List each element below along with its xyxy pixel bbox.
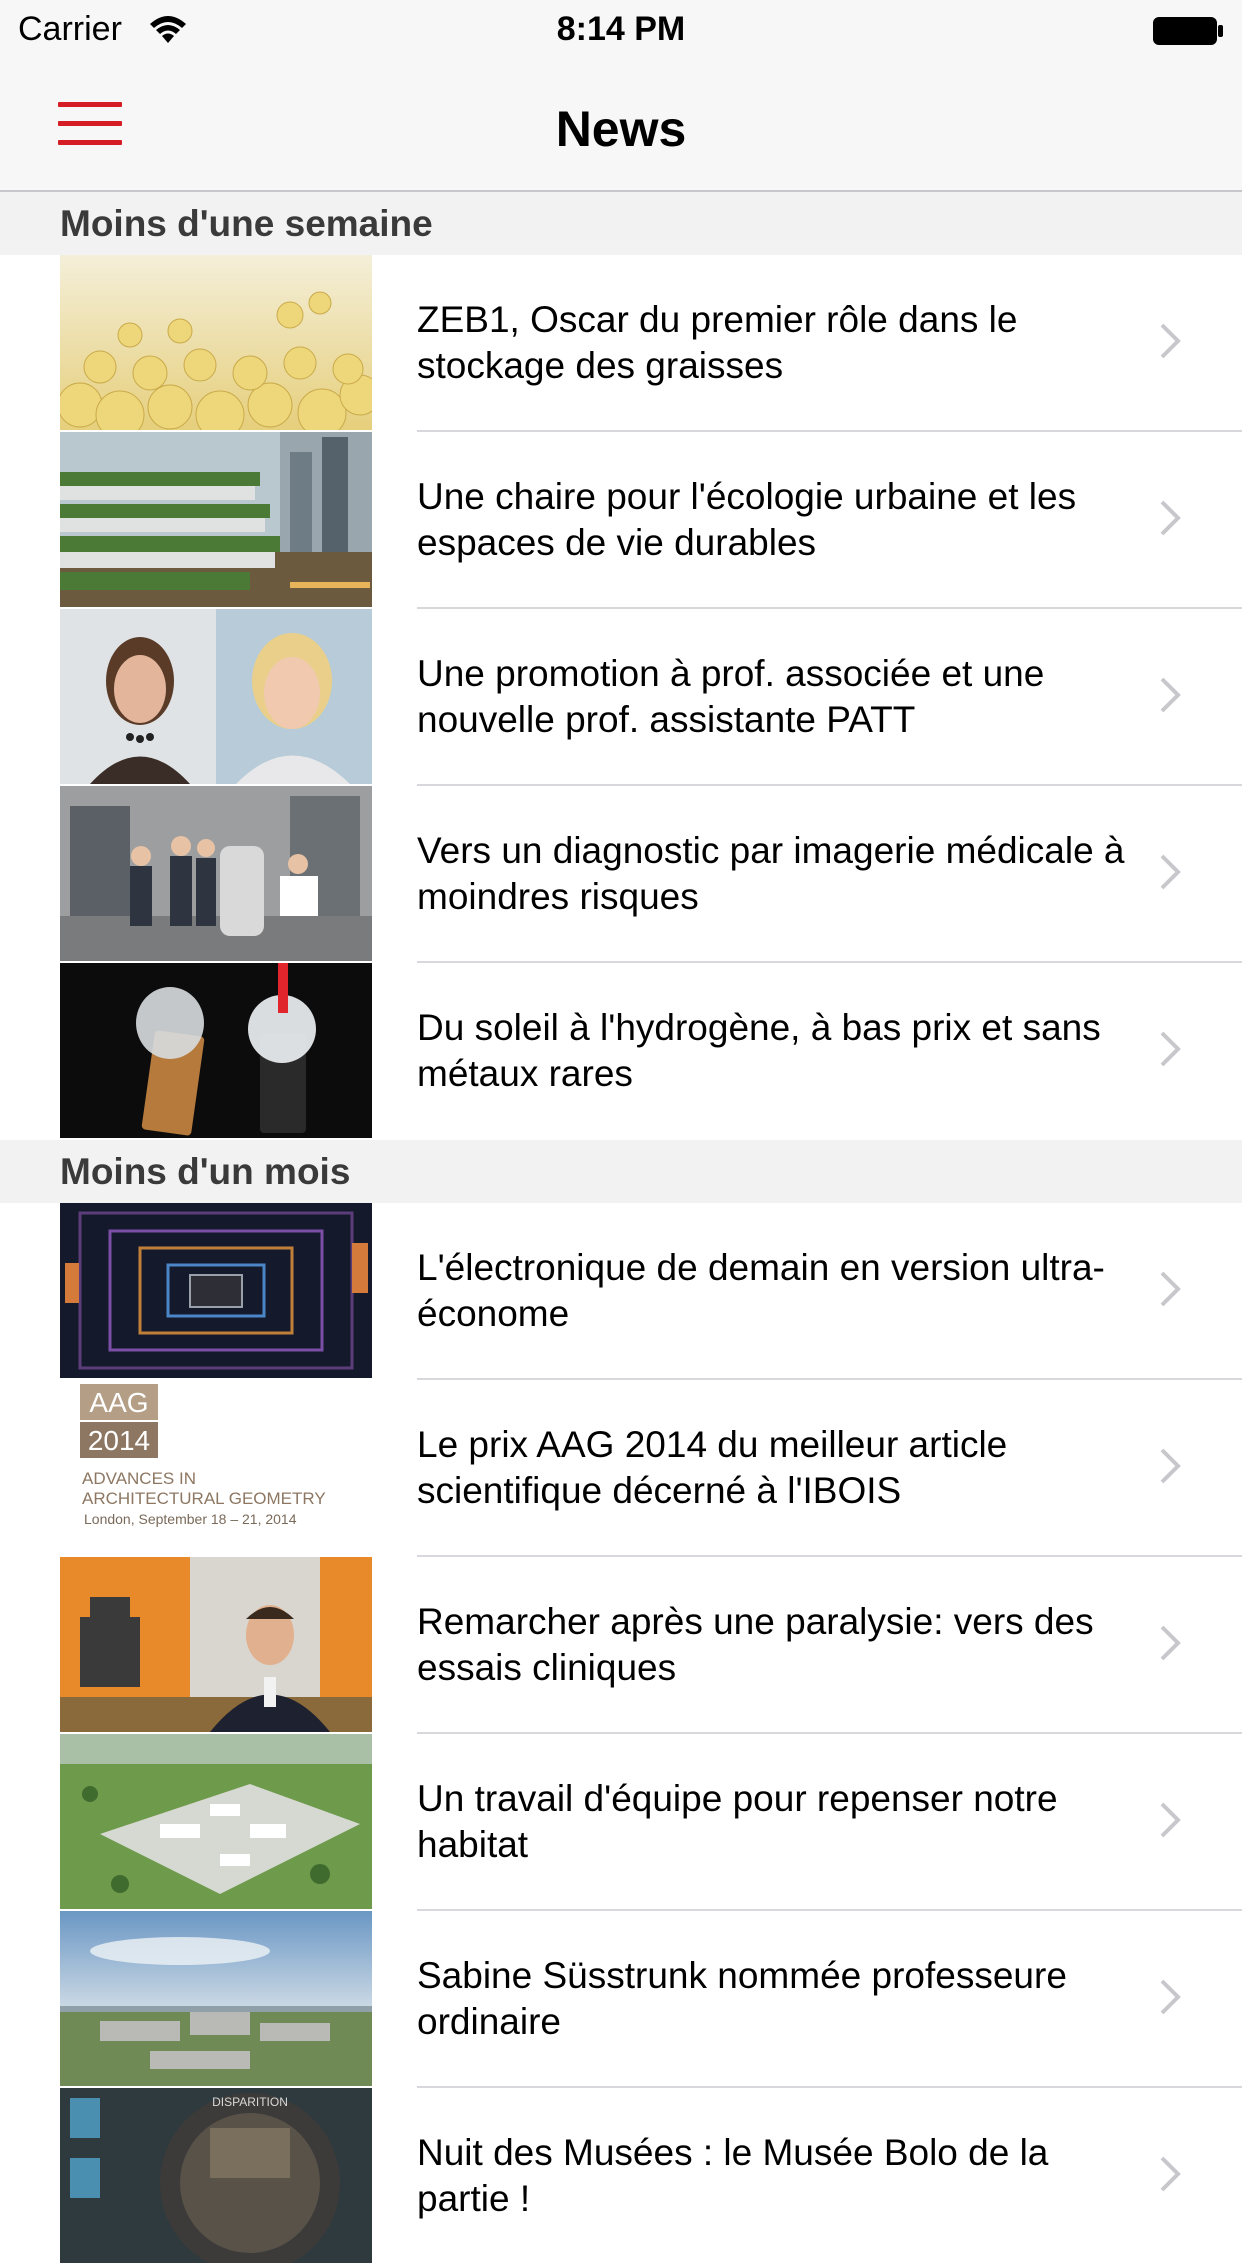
news-title: Une chaire pour l'écologie urbaine et le… [417,475,1077,563]
news-thumbnail: DISPARITION [60,2088,372,2263]
news-row[interactable]: Remarcher après une paralysie: vers des … [0,1557,1242,1734]
section-header-week: Moins d'une semaine [0,192,1242,255]
news-thumbnail [60,1734,372,1909]
aag-line-3: London, September 18 – 21, 2014 [84,1511,297,1527]
news-thumbnail [60,1557,372,1732]
news-title: L'électronique de demain en version ultr… [417,1246,1105,1334]
news-title: Une promotion à prof. associée et une no… [417,652,1045,740]
news-thumbnail [60,432,372,607]
news-thumbnail [60,255,372,430]
news-title: Vers un diagnostic par imagerie médicale… [417,829,1125,917]
chevron-right-icon [1160,677,1181,713]
news-row[interactable]: Vers un diagnostic par imagerie médicale… [0,786,1242,963]
chevron-right-icon [1160,1625,1181,1661]
news-thumbnail: AAG 2014 ADVANCES IN ARCHITECTURAL GEOME… [60,1380,372,1555]
news-title: Du soleil à l'hydrogène, à bas prix et s… [417,1006,1101,1094]
aag-line-2: ARCHITECTURAL GEOMETRY [82,1489,326,1508]
news-thumbnail [60,1911,372,2086]
news-title: Nuit des Musées : le Musée Bolo de la pa… [417,2131,1049,2219]
clock: 8:14 PM [556,10,686,48]
chevron-right-icon [1160,1271,1181,1307]
news-title: Remarcher après une paralysie: vers des … [417,1600,1094,1688]
news-row[interactable]: Une promotion à prof. associée et une no… [0,609,1242,786]
news-row[interactable]: Du soleil à l'hydrogène, à bas prix et s… [0,963,1242,1140]
news-row[interactable]: DISPARITION Nuit des Musées : le Musée B… [0,2088,1242,2265]
aag-badge-top: AAG [89,1387,148,1418]
chevron-right-icon [1160,323,1181,359]
chevron-right-icon [1160,2156,1181,2192]
news-thumbnail [60,1203,372,1378]
news-title: Un travail d'équipe pour repenser notre … [417,1777,1058,1865]
chevron-right-icon [1160,1448,1181,1484]
navigation-bar: News [0,60,1242,192]
chevron-right-icon [1160,854,1181,890]
battery-icon [1153,17,1223,45]
news-title: ZEB1, Oscar du premier rôle dans le stoc… [417,298,1018,386]
status-bar: Carrier 8:14 PM [0,0,1242,60]
section-header-month: Moins d'un mois [0,1140,1242,1203]
aag-badge-bottom: 2014 [88,1425,150,1456]
page-title: News [555,101,687,157]
news-row[interactable]: ZEB1, Oscar du premier rôle dans le stoc… [0,255,1242,432]
news-title: Sabine Süsstrunk nommée professeure ordi… [417,1954,1067,2042]
news-thumbnail [60,786,372,961]
news-thumbnail [60,963,372,1138]
chevron-right-icon [1160,1031,1181,1067]
museum-label: DISPARITION [212,2095,288,2109]
news-row[interactable]: Une chaire pour l'écologie urbaine et le… [0,432,1242,609]
news-title: Le prix AAG 2014 du meilleur article sci… [417,1423,1008,1511]
chevron-right-icon [1160,1979,1181,2015]
chevron-right-icon [1160,500,1181,536]
news-row[interactable]: Un travail d'équipe pour repenser notre … [0,1734,1242,1911]
news-row[interactable]: AAG 2014 ADVANCES IN ARCHITECTURAL GEOME… [0,1380,1242,1557]
news-row[interactable]: Sabine Süsstrunk nommée professeure ordi… [0,1911,1242,2088]
news-row[interactable]: L'électronique de demain en version ultr… [0,1203,1242,1380]
aag-line-1: ADVANCES IN [82,1469,196,1488]
news-thumbnail [60,609,372,784]
chevron-right-icon [1160,1802,1181,1838]
